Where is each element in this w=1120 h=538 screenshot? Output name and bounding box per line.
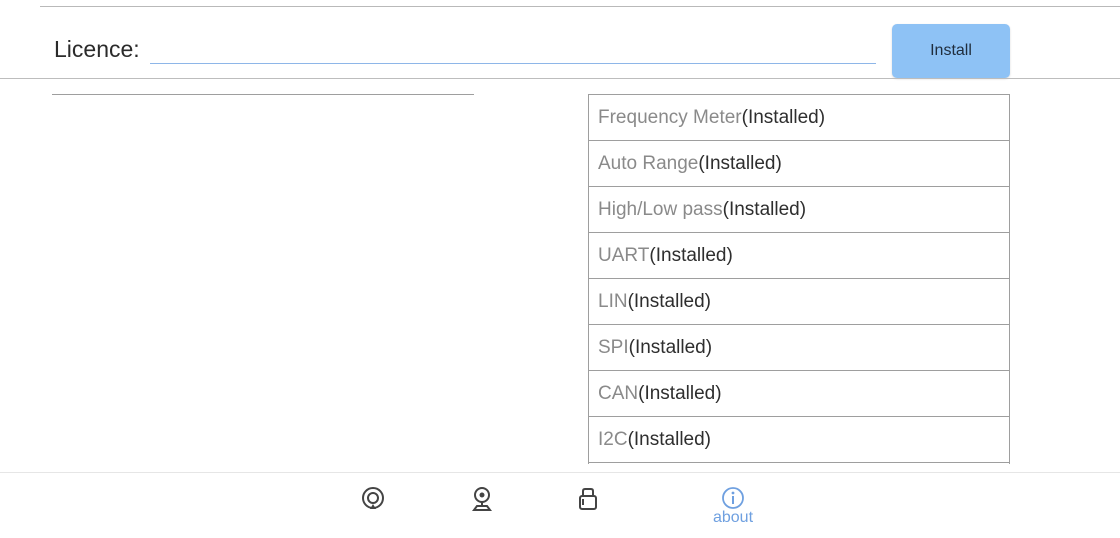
feature-status: (Installed) bbox=[741, 106, 826, 128]
feature-name: CAN bbox=[598, 382, 639, 404]
bottom-nav: about bbox=[0, 472, 1120, 538]
nav-item-probe[interactable] bbox=[452, 485, 512, 535]
install-button[interactable]: Install bbox=[892, 24, 1010, 78]
nav-item-about[interactable]: about bbox=[703, 485, 763, 535]
feature-row: SPI (Installed) bbox=[589, 325, 1009, 371]
feature-status: (Installed) bbox=[638, 382, 722, 404]
feature-row: CAN (Installed) bbox=[589, 371, 1009, 417]
feature-status: (Installed) bbox=[628, 336, 713, 358]
left-panel-divider bbox=[52, 94, 474, 95]
feature-name: SPI bbox=[598, 336, 629, 358]
feature-list: Frequency Meter (Installed) Auto Range (In… bbox=[588, 94, 1010, 464]
feature-status: (Installed) bbox=[627, 290, 711, 312]
scope-icon bbox=[362, 487, 384, 509]
licence-label: Licence: bbox=[54, 36, 140, 62]
feature-status: (Installed) bbox=[627, 428, 711, 450]
header-divider bbox=[0, 78, 1120, 79]
top-divider bbox=[40, 6, 1120, 7]
feature-row: UART (Installed) bbox=[589, 233, 1009, 279]
feature-row: High/Low pass (Installed) bbox=[589, 187, 1009, 233]
licence-row: Licence: Install bbox=[0, 8, 1120, 78]
feature-row: LIN (Installed) bbox=[589, 279, 1009, 325]
nav-label-about: about bbox=[712, 509, 754, 526]
feature-name: UART bbox=[598, 244, 650, 266]
feature-name: I2C bbox=[598, 428, 628, 450]
module-icon bbox=[579, 488, 597, 510]
feature-status: (Installed) bbox=[698, 152, 782, 174]
nav-item-module[interactable] bbox=[558, 485, 618, 535]
feature-row: Auto Range (Installed) bbox=[589, 141, 1009, 187]
probe-icon bbox=[472, 487, 492, 511]
nav-item-scope[interactable] bbox=[343, 485, 403, 535]
feature-status: (Installed) bbox=[649, 244, 733, 266]
feature-name: High/Low pass bbox=[598, 198, 723, 220]
feature-name: Auto Range bbox=[598, 152, 699, 174]
info-icon bbox=[722, 487, 744, 509]
licence-input[interactable] bbox=[150, 30, 876, 64]
feature-row: I2C (Installed) bbox=[589, 417, 1009, 463]
feature-row: Frequency Meter (Installed) bbox=[589, 95, 1009, 141]
feature-name: Frequency Meter bbox=[598, 106, 742, 128]
feature-name: LIN bbox=[598, 290, 628, 312]
feature-status: (Installed) bbox=[722, 198, 807, 220]
licence-page: Licence: Install Frequency Meter (Install… bbox=[0, 0, 1120, 538]
